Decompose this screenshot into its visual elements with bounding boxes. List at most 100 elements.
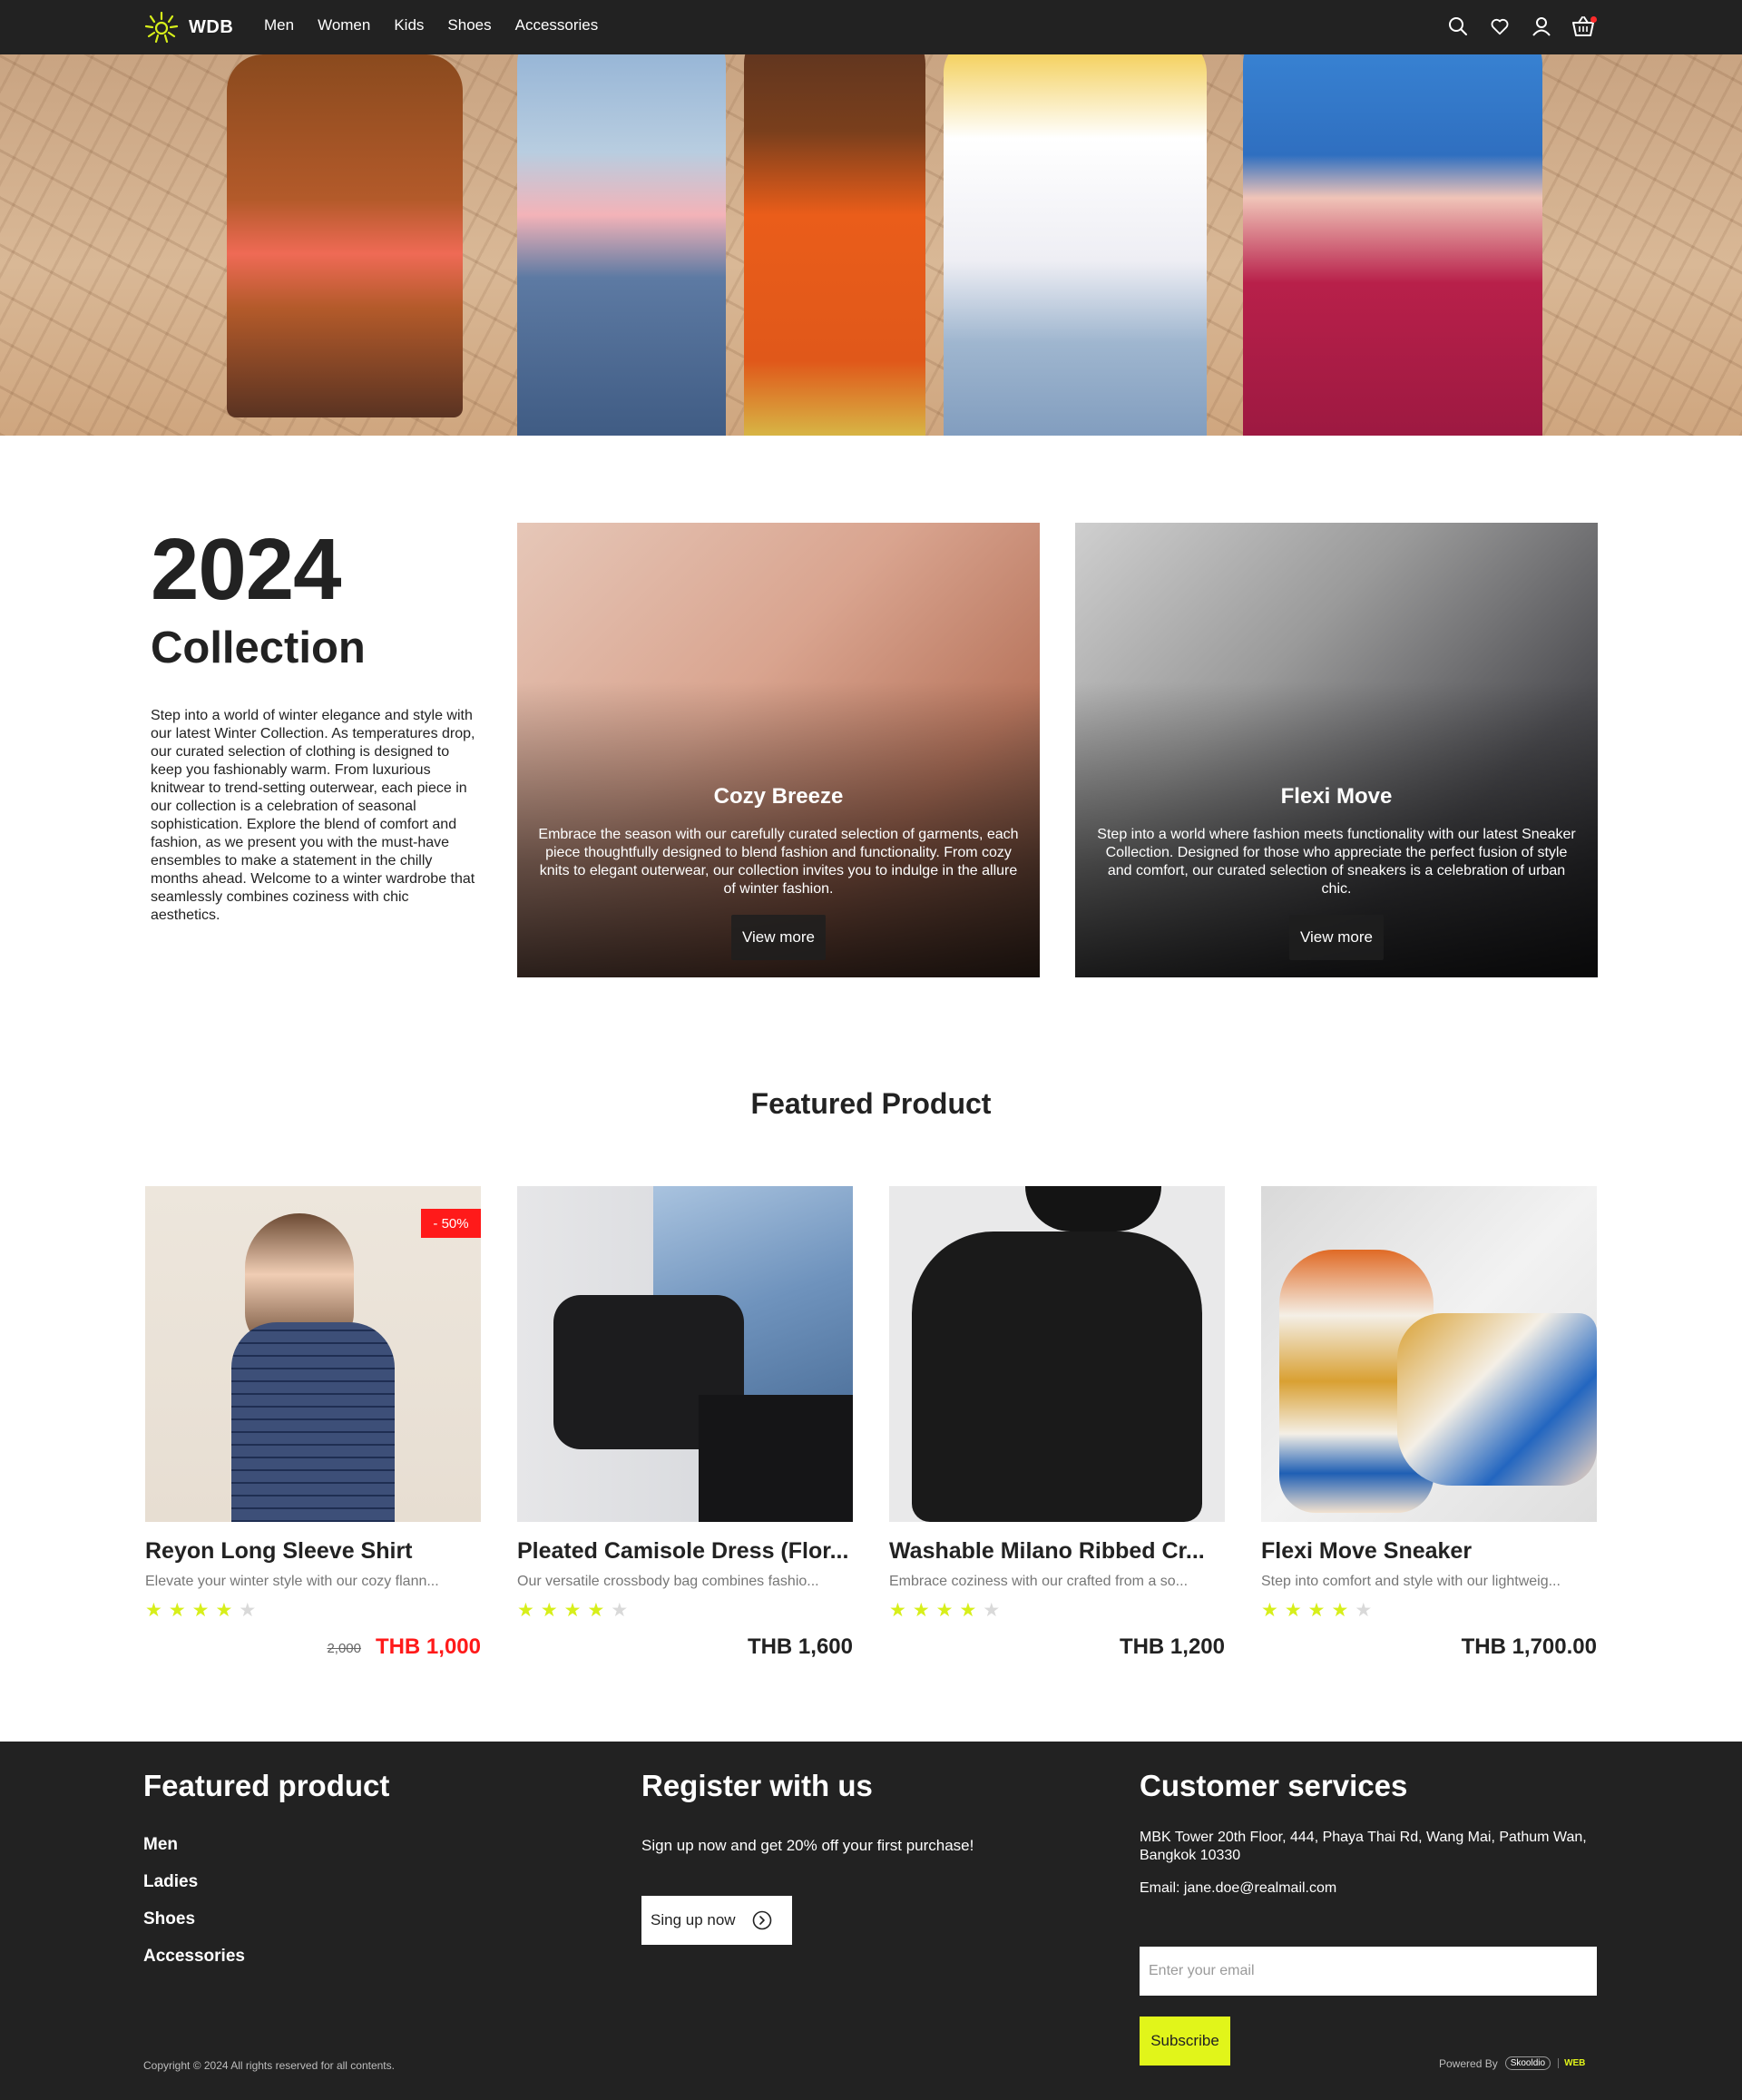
product-card[interactable]: Pleated Camisole Dress (Flor... Our vers… (517, 1186, 853, 1659)
star-icon: ★ (935, 1600, 954, 1621)
nav-link-women[interactable]: Women (318, 16, 370, 34)
collection-year: 2024 (151, 521, 342, 618)
star-icon: ★ (1307, 1600, 1326, 1621)
web-logo: WEB (1558, 2058, 1585, 2068)
product-price: THB 1,200 (1119, 1634, 1225, 1659)
register-text: Sign up now and get 20% off your first p… (641, 1837, 974, 1854)
product-description: Embrace coziness with our crafted from a… (889, 1574, 1189, 1589)
heart-icon[interactable] (1488, 15, 1512, 38)
product-image[interactable] (1261, 1186, 1597, 1522)
product-image[interactable] (517, 1186, 853, 1522)
card-text: Step into a world where fashion meets fu… (1097, 827, 1576, 897)
nav-link-shoes[interactable]: Shoes (447, 16, 491, 34)
product-image[interactable] (889, 1186, 1225, 1522)
star-icon: ★ (540, 1600, 558, 1621)
product-rating: ★ ★ ★ ★ ★ (889, 1601, 1000, 1620)
product-description: Our versatile crossbody bag combines fas… (517, 1574, 819, 1589)
product-card[interactable]: - 50% Reyon Long Sleeve Shirt Elevate yo… (145, 1186, 481, 1659)
hero-figure (517, 54, 726, 436)
star-icon: ★ (239, 1600, 257, 1621)
collection-description: Step into a world of winter elegance and… (151, 708, 475, 923)
hero-figure (744, 54, 925, 436)
footer-link-shoes[interactable]: Shoes (143, 1909, 389, 1929)
product-image[interactable]: - 50% (145, 1186, 481, 1522)
customer-email: Email: jane.doe@realmail.com (1140, 1880, 1337, 1896)
nav-link-accessories[interactable]: Accessories (515, 16, 599, 34)
product-price: THB 1,700.00 (1461, 1634, 1597, 1659)
email-input[interactable] (1140, 1947, 1597, 1996)
brand-logo[interactable]: WDB (143, 10, 233, 44)
star-icon: ★ (145, 1600, 162, 1621)
cart-badge (1590, 16, 1597, 23)
user-icon[interactable] (1530, 15, 1553, 38)
star-icon: ★ (889, 1600, 906, 1621)
product-photo-shape (699, 1395, 853, 1522)
product-name[interactable]: Flexi Move Sneaker (1261, 1538, 1597, 1565)
footer-link-accessories[interactable]: Accessories (143, 1947, 389, 1967)
star-icon: ★ (983, 1600, 1001, 1621)
arrow-right-circle-icon (752, 1910, 771, 1930)
star-icon: ★ (517, 1600, 534, 1621)
star-icon: ★ (191, 1600, 210, 1621)
product-card[interactable]: Washable Milano Ribbed Cr... Embrace coz… (889, 1186, 1225, 1659)
product-name[interactable]: Pleated Camisole Dress (Flor... (517, 1538, 853, 1565)
footer: Featured product Men Ladies Shoes Access… (0, 1742, 1742, 2100)
powered-by: Powered By Skooldio WEB (1439, 2056, 1585, 2070)
product-description: Step into comfort and style with our lig… (1261, 1574, 1561, 1589)
collection-card-cozy-breeze[interactable]: Cozy Breeze Embrace the season with our … (517, 523, 1040, 977)
star-icon: ★ (611, 1600, 629, 1621)
cart-icon[interactable] (1571, 15, 1597, 38)
collection-title: Collection (151, 623, 366, 672)
product-card[interactable]: Flexi Move Sneaker Step into comfort and… (1261, 1186, 1597, 1659)
brand-name: WDB (189, 16, 234, 37)
nav-actions (1446, 15, 1597, 38)
star-icon: ★ (912, 1600, 930, 1621)
product-rating: ★ ★ ★ ★ ★ (145, 1601, 256, 1620)
hero-figure (944, 54, 1207, 436)
footer-link-men[interactable]: Men (143, 1835, 389, 1855)
nav-link-men[interactable]: Men (264, 16, 294, 34)
featured-heading: Featured Product (750, 1087, 992, 1120)
discount-badge: - 50% (421, 1209, 481, 1238)
footer-links: Men Ladies Shoes Accessories (143, 1835, 389, 1967)
search-icon[interactable] (1446, 15, 1470, 38)
main-menu: Men Women Kids Shoes Accessories (264, 16, 598, 34)
signup-button[interactable]: Sing up now (641, 1896, 792, 1945)
star-icon: ★ (1261, 1600, 1278, 1621)
product-rating: ★ ★ ★ ★ ★ (1261, 1601, 1372, 1620)
star-icon: ★ (959, 1600, 977, 1621)
skooldio-logo: Skooldio (1504, 2056, 1551, 2070)
copyright-text: Copyright © 2024 All rights reserved for… (143, 2059, 395, 2072)
card-text: Embrace the season with our carefully cu… (538, 827, 1019, 897)
subscribe-button[interactable]: Subscribe (1140, 2017, 1230, 2066)
product-rating: ★ ★ ★ ★ ★ (517, 1601, 628, 1620)
powered-by-label: Powered By (1439, 2056, 1498, 2070)
star-icon: ★ (215, 1600, 233, 1621)
card-title: Flexi Move (1280, 784, 1393, 809)
collection-card-flexi-move[interactable]: Flexi Move Step into a world where fashi… (1075, 523, 1598, 977)
footer-featured-title: Featured product (143, 1769, 390, 1802)
product-name[interactable]: Reyon Long Sleeve Shirt (145, 1538, 481, 1565)
star-icon: ★ (563, 1600, 582, 1621)
footer-register: Register with us Sign up now and get 20%… (641, 1769, 1077, 2041)
footer-featured: Featured product Men Ladies Shoes Access… (143, 1769, 389, 1967)
view-more-button[interactable]: View more (731, 915, 826, 960)
star-icon: ★ (1355, 1600, 1373, 1621)
hero-banner (0, 54, 1742, 436)
card-overlay (1075, 523, 1598, 977)
logo-icon (144, 11, 179, 44)
star-icon: ★ (168, 1600, 186, 1621)
customer-address: MBK Tower 20th Floor, 444, Phaya Thai Rd… (1140, 1830, 1587, 1863)
footer-link-ladies[interactable]: Ladies (143, 1872, 389, 1892)
footer-customer: Customer services MBK Tower 20th Floor, … (1140, 1769, 1602, 2068)
hero-figure (227, 54, 463, 417)
hero-figure (1243, 54, 1542, 436)
view-more-button[interactable]: View more (1289, 915, 1384, 960)
product-description: Elevate your winter style with our cozy … (145, 1574, 439, 1589)
star-icon: ★ (1331, 1600, 1349, 1621)
product-photo-shape (1025, 1186, 1161, 1232)
product-name[interactable]: Washable Milano Ribbed Cr... (889, 1538, 1225, 1565)
footer-register-title: Register with us (641, 1769, 873, 1802)
nav-link-kids[interactable]: Kids (394, 16, 424, 34)
product-photo-shape (231, 1322, 395, 1522)
